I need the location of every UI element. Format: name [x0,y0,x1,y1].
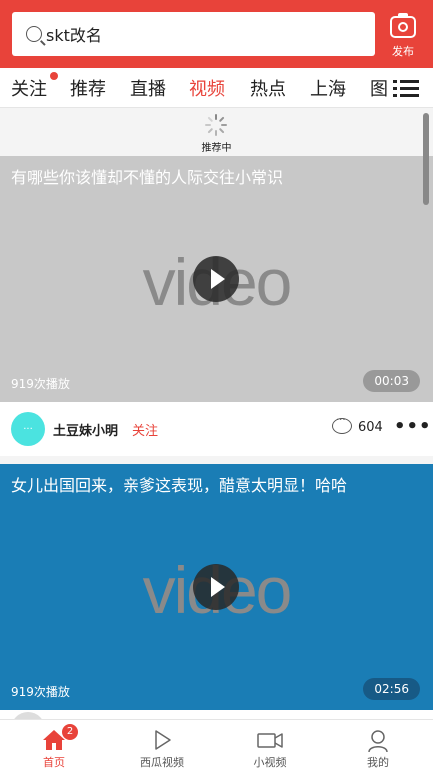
menu-icon[interactable] [393,80,419,98]
nav-xigua-video[interactable]: 西瓜视频 [108,720,216,778]
video-duration: 02:56 [363,678,420,700]
video-title[interactable]: 有哪些你该懂却不懂的人际交往小常识 [11,164,283,188]
nav-home[interactable]: 2 首页 [0,720,108,778]
comment-icon[interactable] [332,415,352,434]
nav-profile-label: 我的 [367,756,389,769]
tab-pictures[interactable]: 图 [370,75,388,101]
channel-tabs: 关注 推荐 直播 视频 热点 上海 图 [0,68,433,108]
nav-home-label: 首页 [43,756,65,769]
nav-short-video[interactable]: 小视频 [216,720,324,778]
camera-icon [390,13,416,38]
user-icon [368,730,388,753]
video-feed[interactable]: 推荐中 有哪些你该懂却不懂的人际交往小常识 video 919次播放 00:03… [0,109,433,719]
comment-count: 604 [358,420,383,435]
new-indicator-dot [50,72,58,80]
follow-button[interactable]: 关注 [132,420,158,439]
avatar[interactable] [11,712,45,719]
refresh-indicator: 推荐中 [0,109,433,156]
play-icon[interactable] [193,564,239,610]
publish-label: 发布 [392,45,414,58]
video-title[interactable]: 女儿出国回来，亲爹这表现，醋意太明显！哈哈 [11,472,347,496]
scrollbar[interactable] [423,113,429,205]
video-camera-icon [257,733,283,748]
video-card[interactable]: 有哪些你该懂却不懂的人际交往小常识 video 919次播放 00:03 [0,156,433,402]
nav-short-video-label: 小视频 [253,756,287,769]
loading-text: 推荐中 [201,143,232,154]
search-input[interactable]: skt改名 [46,22,102,46]
app-header: skt改名 发布 [0,0,433,68]
tab-shanghai[interactable]: 上海 [310,75,346,101]
video-card[interactable]: 女儿出国回来，亲爹这表现，醋意太明显！哈哈 video 919次播放 02:56 [0,464,433,710]
play-count: 919次播放 [11,377,70,391]
play-count: 919次播放 [11,685,70,699]
avatar[interactable]: ··· [11,412,45,446]
search-icon [26,26,42,42]
loading-spinner-icon [205,114,227,136]
search-bar[interactable]: skt改名 [12,12,375,56]
tab-video[interactable]: 视频 [189,75,225,101]
author-name[interactable]: 土豆妹小明 [53,420,118,439]
more-options-icon[interactable]: ••• [394,416,432,437]
tab-hot[interactable]: 热点 [250,75,286,101]
notification-badge: 2 [62,724,78,740]
video-info-bar: ··· 土豆妹小明 关注 604 ••• [0,402,433,456]
play-outline-icon [155,730,171,750]
publish-button[interactable]: 发布 [383,13,423,60]
tab-follow[interactable]: 关注 [11,75,47,101]
tab-recommend[interactable]: 推荐 [70,75,106,101]
nav-xigua-label: 西瓜视频 [140,756,184,769]
video-info-bar [0,710,433,719]
video-duration: 00:03 [363,370,420,392]
bottom-navigation: 2 首页 西瓜视频 小视频 我的 [0,719,433,778]
play-icon[interactable] [193,256,239,302]
tab-live[interactable]: 直播 [130,75,166,101]
nav-profile[interactable]: 我的 [324,720,432,778]
